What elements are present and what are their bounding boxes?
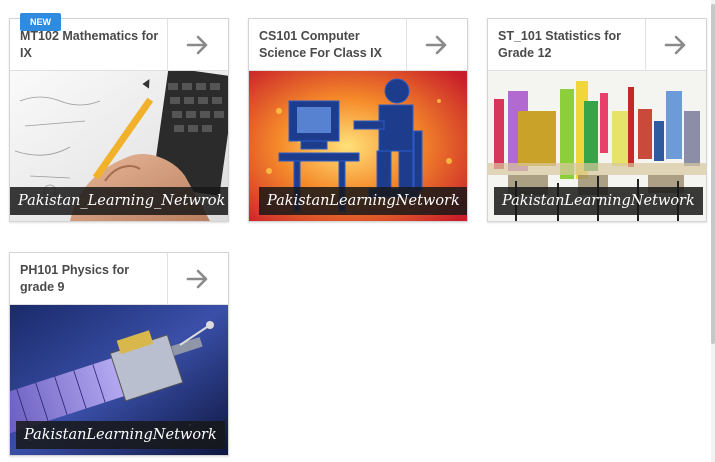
open-course-button[interactable] [167, 253, 228, 304]
course-card-mathematics[interactable]: MT102 Mathematics for IX Pakistan_Learni… [9, 18, 229, 222]
course-thumbnail: Pakistan_Learning_Netwrok [10, 71, 228, 221]
course-thumbnail: PakistanLearningNetwork [249, 71, 467, 221]
scrollbar-thumb[interactable] [711, 4, 715, 344]
card-header: ST_101 Statistics for Grade 12 [488, 19, 706, 71]
course-title: ST_101 Statistics for Grade 12 [498, 29, 621, 60]
page-scrollbar[interactable] [711, 0, 715, 462]
course-card-physics[interactable]: PH101 Physics for grade 9 PakistanLearni… [9, 252, 229, 456]
arrow-right-icon [425, 35, 447, 54]
arrow-right-icon [664, 35, 686, 54]
open-course-button[interactable] [167, 19, 228, 70]
open-course-button[interactable] [645, 19, 706, 70]
course-card-statistics[interactable]: ST_101 Statistics for Grade 12 PakistanL… [487, 18, 707, 222]
course-caption: PakistanLearningNetwork [259, 187, 467, 215]
new-badge: NEW [20, 13, 61, 31]
course-caption: PakistanLearningNetwork [16, 421, 225, 449]
card-header: PH101 Physics for grade 9 [10, 253, 228, 305]
open-course-button[interactable] [406, 19, 467, 70]
course-title: MT102 Mathematics for IX [20, 29, 159, 60]
arrow-right-icon [186, 269, 208, 288]
card-header: CS101 Computer Science For Class IX [249, 19, 467, 71]
course-thumbnail: PakistanLearningNetwork [488, 71, 706, 221]
course-card-computer-science[interactable]: CS101 Computer Science For Class IX Paki… [248, 18, 468, 222]
course-caption: Pakistan_Learning_Netwrok [10, 187, 228, 215]
arrow-right-icon [186, 35, 208, 54]
course-caption: PakistanLearningNetwork [494, 187, 703, 215]
course-title: PH101 Physics for grade 9 [20, 263, 130, 294]
course-title: CS101 Computer Science For Class IX [259, 29, 382, 60]
course-thumbnail: PakistanLearningNetwork [10, 305, 228, 455]
